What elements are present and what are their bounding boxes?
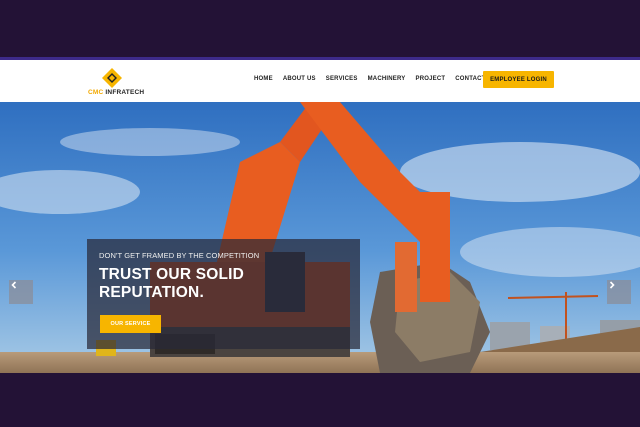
- brand-name-suffix: INFRATECH: [105, 89, 145, 96]
- hero-caption: DON'T GET FRAMED BY THE COMPETITION TRUS…: [87, 239, 360, 349]
- brand-name-prefix: CMC: [88, 89, 104, 96]
- chevron-left-icon: [11, 281, 17, 289]
- website-frame: CMC INFRATECH HOME ABOUT US SERVICES MAC…: [0, 57, 640, 373]
- our-service-button[interactable]: OUR SERVICE: [100, 315, 161, 333]
- navbar: CMC INFRATECH HOME ABOUT US SERVICES MAC…: [0, 60, 640, 102]
- hero-headline-line2: REPUTATION.: [99, 284, 204, 301]
- nav-machinery[interactable]: MACHINERY: [368, 76, 406, 82]
- hero-headline-line1: TRUST OUR SOLID: [99, 266, 245, 283]
- nav-home[interactable]: HOME: [254, 76, 273, 82]
- employee-login-button[interactable]: EMPLOYEE LOGIN: [483, 71, 554, 88]
- logo-mark-icon: [102, 68, 122, 88]
- slider-next-button[interactable]: [607, 280, 631, 304]
- nav-services[interactable]: SERVICES: [326, 76, 358, 82]
- brand-name: CMC INFRATECH: [88, 89, 144, 96]
- brand-logo[interactable]: CMC INFRATECH: [86, 68, 146, 98]
- chevron-right-icon: [609, 281, 615, 289]
- hero-slider: DON'T GET FRAMED BY THE COMPETITION TRUS…: [0, 102, 640, 373]
- nav-about-us[interactable]: ABOUT US: [283, 76, 316, 82]
- hero-headline: TRUST OUR SOLID REPUTATION.: [99, 266, 244, 302]
- hero-tagline: DON'T GET FRAMED BY THE COMPETITION: [99, 251, 260, 260]
- main-menu: HOME ABOUT US SERVICES MACHINERY PROJECT…: [254, 76, 486, 82]
- nav-project[interactable]: PROJECT: [416, 76, 446, 82]
- nav-contact[interactable]: CONTACT: [455, 76, 485, 82]
- slider-prev-button[interactable]: [9, 280, 33, 304]
